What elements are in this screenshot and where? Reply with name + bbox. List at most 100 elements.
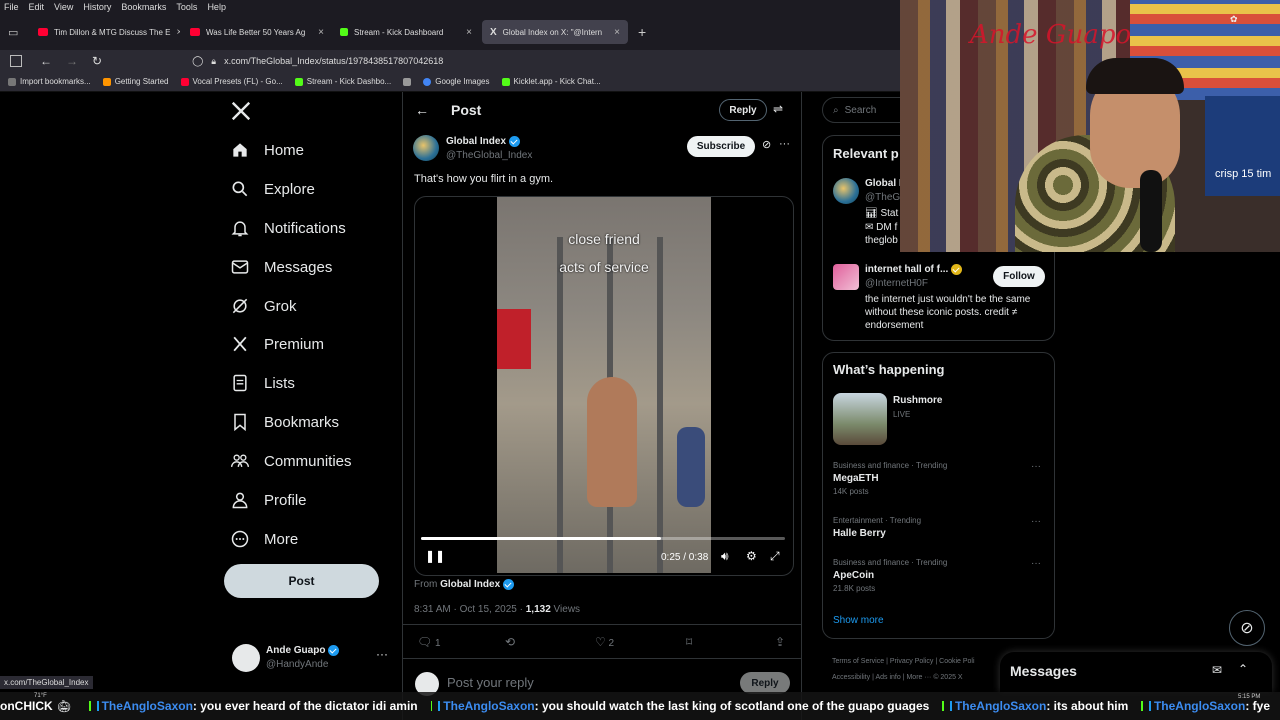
bookmark-icon[interactable]: ⌑	[686, 635, 692, 649]
tab-4-active[interactable]: X Global Index on X: "@Intern ×	[482, 20, 628, 44]
post-button[interactable]: Post	[224, 564, 379, 598]
menu-history[interactable]: History	[83, 2, 111, 12]
sidebar-item-notifications[interactable]: Notifications	[230, 218, 346, 238]
more-dots-icon[interactable]: ···	[376, 647, 388, 661]
sliders-icon[interactable]: ⇌	[773, 102, 783, 116]
url-field[interactable]: x.com/TheGlobal_Index/status/19784385178…	[224, 56, 443, 66]
follow-button[interactable]: Follow	[993, 266, 1045, 287]
back-arrow-icon[interactable]: ←	[415, 102, 429, 118]
communities-icon	[231, 454, 249, 467]
account-switcher[interactable]: Ande Guapo @HandyAnde ···	[230, 642, 400, 674]
account-handle: @HandyAnde	[266, 659, 329, 670]
author-handle[interactable]: @TheGlobal_Index	[446, 150, 532, 161]
trend-item[interactable]: Entertainment · Trending Halle Berry	[833, 516, 921, 539]
bookmarks-bar: Import bookmarks... Getting Started Voca…	[0, 72, 900, 92]
shield-icon[interactable]: ◯	[192, 56, 203, 67]
settings-gear-icon[interactable]: ⚙	[746, 549, 757, 563]
close-icon[interactable]: ×	[318, 27, 324, 38]
more-dots-icon[interactable]: ···	[779, 138, 790, 150]
trend-item[interactable]: Business and finance · Trending ApeCoin …	[833, 558, 947, 593]
show-more-link[interactable]: Show more	[833, 615, 884, 626]
reply-input[interactable]: Post your reply	[447, 675, 534, 690]
more-dots-icon[interactable]: ···	[1031, 516, 1041, 527]
bookmark-vocal-presets[interactable]: Vocal Presets (FL) - Go...	[180, 77, 283, 86]
menu-file[interactable]: File	[4, 2, 19, 12]
avatar[interactable]	[833, 264, 859, 290]
live-title[interactable]: Rushmore	[893, 395, 942, 406]
video-progress-bar[interactable]	[421, 537, 785, 540]
sidebar-item-profile[interactable]: Profile	[230, 490, 307, 510]
sidebar-item-premium[interactable]: Premium	[230, 334, 324, 354]
menu-view[interactable]: View	[54, 2, 73, 12]
close-icon[interactable]: ×	[614, 27, 620, 38]
tab-2[interactable]: Was Life Better 50 Years Ag ×	[182, 20, 332, 44]
views-count: 1,132	[525, 604, 551, 615]
bookmark-getting-started[interactable]: Getting Started	[102, 77, 169, 86]
sidebar-item-explore[interactable]: Explore	[230, 179, 315, 199]
volume-icon[interactable]: 🔊︎	[721, 549, 729, 564]
x-logo-icon[interactable]	[230, 100, 252, 127]
tab-1[interactable]: Tim Dillon & MTG Discuss The E ×	[30, 20, 180, 44]
sidebar-icon[interactable]	[10, 55, 22, 67]
forward-icon[interactable]: →	[66, 54, 78, 68]
like-action[interactable]: ♡ 2	[595, 635, 614, 649]
lock-icon[interactable]: 🔒︎	[211, 56, 216, 67]
live-thumbnail[interactable]	[833, 393, 887, 445]
post-timestamp[interactable]: 8:31 AM · Oct 15, 2025 ·	[414, 604, 526, 615]
sidebar-item-more[interactable]: More	[230, 529, 298, 549]
sidebar-item-home[interactable]: Home	[230, 140, 304, 160]
author-name[interactable]: Global Index	[446, 136, 506, 147]
back-icon[interactable]: ←	[40, 54, 52, 68]
trend-item[interactable]: Business and finance · Trending MegaETH …	[833, 461, 947, 496]
bookmark-s[interactable]	[403, 77, 412, 86]
grok-analyze-icon[interactable]: ⊘	[762, 138, 771, 151]
menu-help[interactable]: Help	[207, 2, 226, 12]
close-icon[interactable]: ×	[176, 27, 180, 38]
tab-list-icon[interactable]: ▭	[8, 26, 18, 39]
new-message-icon[interactable]: ✉	[1212, 663, 1222, 677]
grok-icon	[232, 298, 248, 314]
reply-submit-button[interactable]: Reply	[740, 672, 790, 694]
chat-user: TheAngloSaxon	[1153, 699, 1246, 713]
share-icon[interactable]: ⇪	[775, 635, 785, 649]
grok-floating-icon[interactable]: ⊘	[1229, 610, 1265, 646]
chevron-up-icon[interactable]: ⌃	[1238, 662, 1248, 676]
relevant-name-1[interactable]: Global I	[865, 178, 902, 189]
subscribe-button[interactable]: Subscribe	[687, 136, 755, 157]
more-dots-icon[interactable]: ···	[1031, 558, 1041, 569]
video-red-panel	[497, 309, 531, 369]
menu-tools[interactable]: Tools	[176, 2, 197, 12]
menu-edit[interactable]: Edit	[29, 2, 45, 12]
author-avatar[interactable]	[413, 135, 439, 161]
video-player[interactable]: close friend acts of service ❚❚ 0:25 / 0…	[414, 196, 794, 576]
header-reply-button[interactable]: Reply	[719, 99, 767, 121]
repost-icon[interactable]: ⟲	[505, 635, 515, 649]
status-url: x.com/TheGlobal_Index	[0, 676, 93, 689]
more-dots-icon[interactable]: ···	[1031, 461, 1041, 472]
menu-bookmarks[interactable]: Bookmarks	[121, 2, 166, 12]
tab-3[interactable]: Stream - Kick Dashboard ×	[332, 20, 480, 44]
reload-icon[interactable]: ↻	[92, 54, 102, 68]
messages-drawer[interactable]: Messages ✉ ⌃	[1000, 652, 1272, 692]
relevant-name-2[interactable]: internet hall of f...	[865, 264, 948, 275]
post-column: ← Post Reply ⇌ Global Index @TheGlobal_I…	[402, 92, 802, 720]
sidebar-item-messages[interactable]: Messages	[230, 257, 332, 277]
bookmark-kicklet[interactable]: Kicklet.app - Kick Chat...	[501, 77, 601, 86]
sidebar-item-grok[interactable]: Grok	[230, 296, 297, 316]
pause-icon[interactable]: ❚❚	[425, 549, 445, 563]
avatar[interactable]	[833, 178, 859, 204]
new-tab-icon[interactable]: +	[638, 24, 646, 40]
bookmark-import[interactable]: Import bookmarks...	[8, 77, 91, 86]
reply-action[interactable]: 🗨︎ 1	[417, 635, 441, 649]
sidebar-item-lists[interactable]: Lists	[230, 373, 295, 393]
heart-icon: ♡	[595, 635, 606, 649]
from-name[interactable]: Global Index	[440, 579, 500, 590]
youtube-icon	[38, 28, 48, 36]
search-icon: ⌕	[833, 104, 839, 116]
sidebar-item-communities[interactable]: Communities	[230, 451, 352, 471]
bookmark-google-images[interactable]: Google Images	[423, 77, 490, 86]
bookmark-kick-dashboard[interactable]: Stream - Kick Dashbo...	[294, 77, 391, 86]
sidebar-item-bookmarks[interactable]: Bookmarks	[230, 412, 339, 432]
fullscreen-icon[interactable]: ⤢	[770, 549, 780, 564]
close-icon[interactable]: ×	[466, 27, 472, 38]
